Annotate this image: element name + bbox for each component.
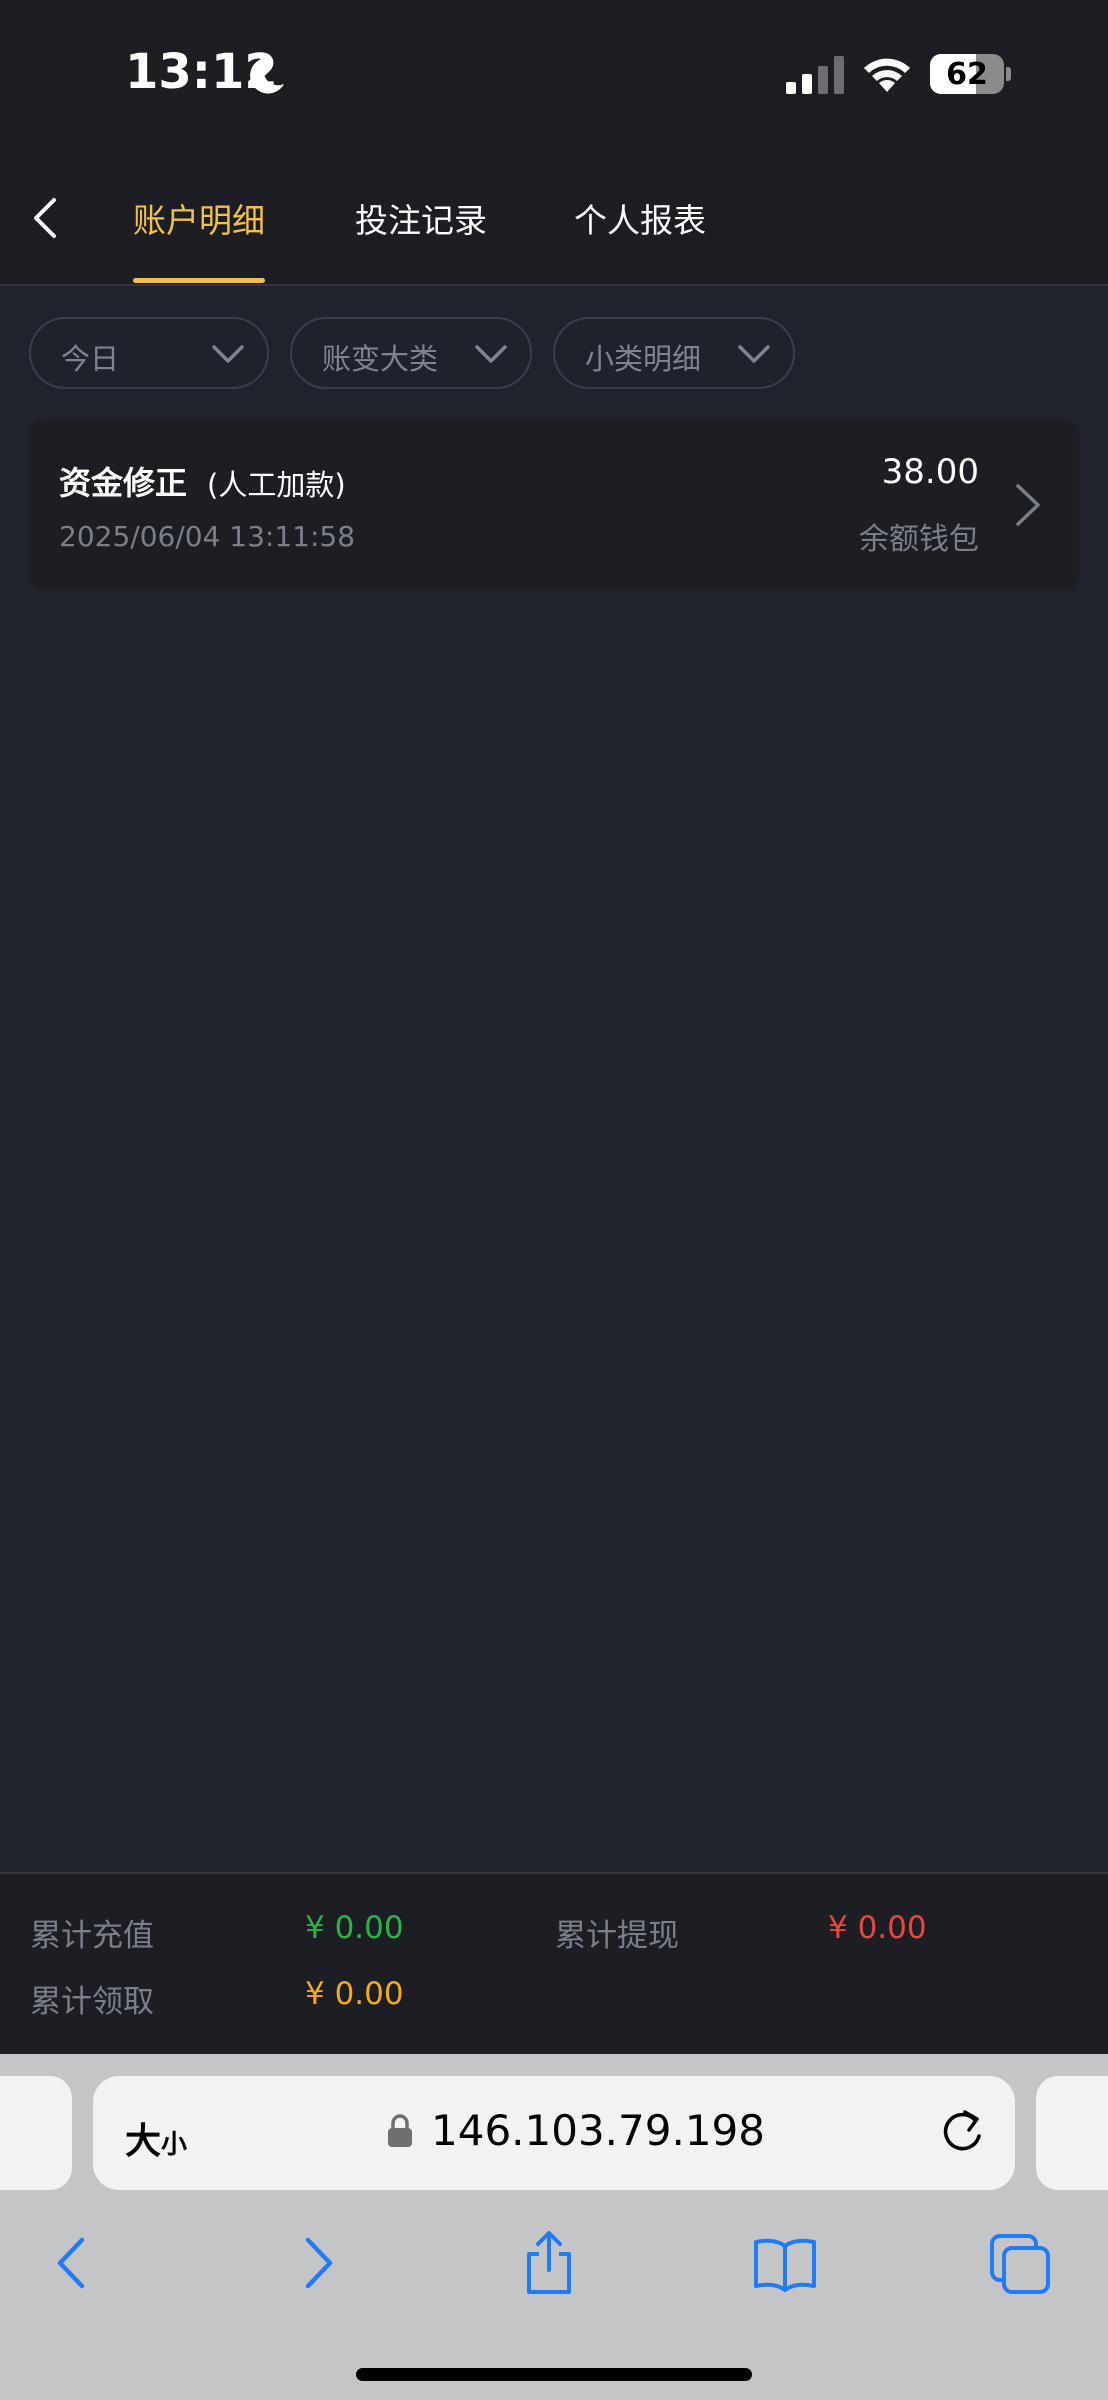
- header: 账户明细 投注记录 个人报表: [0, 150, 1108, 286]
- reload-icon[interactable]: [939, 2106, 985, 2156]
- previous-tab-preview[interactable]: [0, 2076, 72, 2190]
- browser-toolbar: 大小 146.103.79.198: [0, 2054, 1108, 2400]
- back-icon[interactable]: [38, 2230, 108, 2296]
- chevron-down-icon: [212, 345, 244, 363]
- chevron-down-icon: [475, 345, 507, 363]
- record-subtitle: (人工加款): [207, 468, 346, 502]
- text-size-big: 大: [125, 2121, 162, 2162]
- list-item[interactable]: 资金修正 (人工加款) 2025/06/04 13:11:58 38.00 余额…: [29, 420, 1079, 590]
- filter-subcategory[interactable]: 小类明细: [553, 317, 795, 389]
- chevron-right-icon: [1016, 484, 1040, 526]
- withdraw-value: ¥ 0.00: [828, 1910, 927, 1946]
- filter-date[interactable]: 今日: [29, 317, 269, 389]
- record-datetime: 2025/06/04 13:11:58: [59, 520, 356, 553]
- text-size-button[interactable]: 大小: [125, 2112, 187, 2164]
- share-icon[interactable]: [514, 2230, 584, 2296]
- battery-level: 62: [946, 56, 988, 92]
- filter-date-label: 今日: [61, 342, 120, 376]
- withdraw-label: 累计提现: [555, 1918, 679, 1954]
- claim-label: 累计领取: [30, 1984, 154, 2020]
- url-text: 146.103.79.198: [431, 2106, 765, 2155]
- record-amount: 38.00: [881, 452, 979, 492]
- claim-value: ¥ 0.00: [305, 1976, 404, 2012]
- tab-personal-report[interactable]: 个人报表: [574, 194, 706, 242]
- cellular-signal-icon: [786, 56, 844, 94]
- recharge-label: 累计充值: [30, 1918, 154, 1954]
- address-bar[interactable]: 大小 146.103.79.198: [93, 2076, 1015, 2190]
- forward-icon[interactable]: [282, 2230, 352, 2296]
- moon-icon: [250, 57, 284, 94]
- back-icon[interactable]: [28, 196, 64, 240]
- text-size-small: 小: [161, 2130, 188, 2160]
- filter-subcategory-label: 小类明细: [585, 342, 702, 376]
- chevron-down-icon: [738, 345, 770, 363]
- record-wallet: 余额钱包: [859, 522, 979, 557]
- recharge-value: ¥ 0.00: [305, 1910, 404, 1946]
- wifi-icon: [864, 58, 910, 92]
- filter-category-label: 账变大类: [322, 342, 439, 376]
- status-bar: 13:12 62: [0, 0, 1108, 150]
- lock-icon: [388, 2114, 412, 2147]
- bookmarks-icon[interactable]: [750, 2230, 820, 2296]
- record-title: 资金修正: [59, 464, 188, 502]
- active-tab-indicator: [133, 278, 265, 283]
- filter-category[interactable]: 账变大类: [290, 317, 532, 389]
- next-tab-preview[interactable]: [1036, 2076, 1108, 2190]
- tabs-icon[interactable]: [986, 2230, 1056, 2296]
- summary-panel: 累计充值 ¥ 0.00 累计提现 ¥ 0.00 累计领取 ¥ 0.00: [0, 1872, 1108, 2054]
- tab-account-details[interactable]: 账户明细: [133, 194, 265, 242]
- tab-bet-records[interactable]: 投注记录: [355, 194, 487, 242]
- battery-indicator: 62: [930, 54, 1011, 94]
- home-indicator: [356, 2368, 752, 2381]
